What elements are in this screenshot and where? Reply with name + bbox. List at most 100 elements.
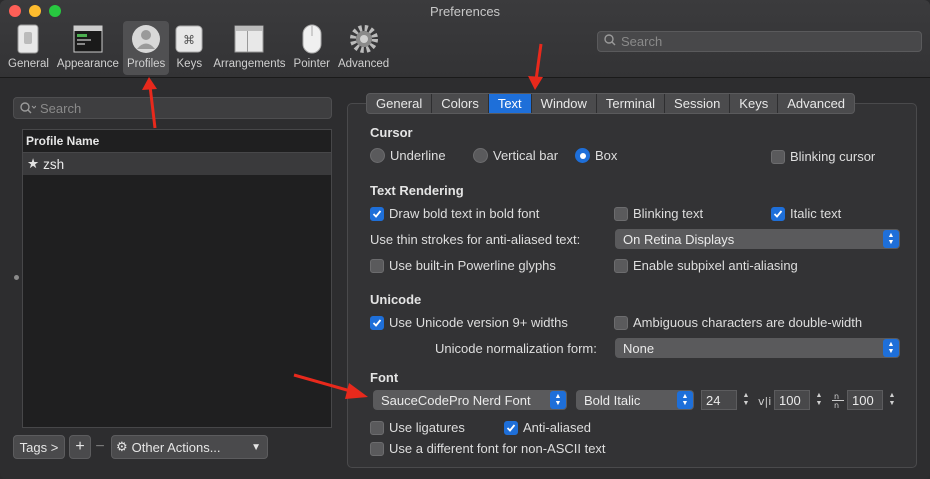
- tab-advanced[interactable]: Advanced: [778, 94, 854, 113]
- tags-button[interactable]: Tags >: [13, 435, 65, 459]
- profile-search-input[interactable]: Search: [13, 97, 332, 119]
- profile-actions-bar: Tags > + − ⚙ Other Actions... ▼: [13, 435, 268, 459]
- profile-search-placeholder: Search: [40, 100, 82, 116]
- radio-indicator: [575, 148, 590, 163]
- search-icon: [604, 34, 616, 49]
- text-rendering-section-title: Text Rendering: [370, 183, 464, 198]
- chevron-up-down-icon: ▲ ▼: [883, 230, 899, 248]
- search-icon: [20, 102, 36, 114]
- toolbar-arrangements-label: Arrangements: [213, 58, 286, 70]
- thin-strokes-select[interactable]: On Retina Displays ▲ ▼: [615, 229, 900, 249]
- powerline-glyphs-checkbox[interactable]: Use built-in Powerline glyphs: [370, 258, 556, 273]
- profile-row[interactable]: ★ zsh: [23, 153, 331, 175]
- annotation-arrow-up-profiles: [142, 77, 157, 129]
- tab-window[interactable]: Window: [532, 94, 597, 113]
- ligatures-checkbox[interactable]: Use ligatures: [370, 420, 465, 435]
- unicode-normalization-select[interactable]: None ▲ ▼: [615, 338, 900, 358]
- checkbox-indicator: [614, 315, 628, 330]
- radio-label: Vertical bar: [493, 148, 559, 163]
- svg-text:v|i: v|i: [758, 395, 771, 408]
- chevron-down-icon: ▼: [251, 441, 261, 453]
- horizontal-spacing-field[interactable]: 100: [774, 390, 810, 410]
- checkbox-label: Use Unicode version 9+ widths: [389, 315, 568, 330]
- select-value: Bold Italic: [584, 392, 641, 408]
- vertical-spacing-stepper[interactable]: ▲ ▼: [886, 390, 898, 410]
- toolbar-items: General Appearance Profiles ⌘ Keys Arran…: [4, 21, 393, 75]
- toolbar-appearance[interactable]: Appearance: [53, 21, 123, 75]
- checkmark-icon: [370, 206, 384, 221]
- checkbox-label: Ambiguous characters are double-width: [633, 315, 863, 330]
- unicode-v9-checkbox[interactable]: Use Unicode version 9+ widths: [370, 315, 568, 330]
- command-key-icon: ⌘: [173, 23, 205, 55]
- checkbox-indicator: [370, 258, 384, 273]
- vertical-spacing-field[interactable]: 100: [847, 390, 883, 410]
- tab-general[interactable]: General: [367, 94, 433, 113]
- profile-name-column-header[interactable]: Profile Name: [23, 130, 331, 153]
- checkbox-label: Draw bold text in bold font: [389, 206, 540, 221]
- tab-terminal[interactable]: Terminal: [597, 94, 666, 113]
- tab-colors[interactable]: Colors: [432, 94, 489, 113]
- toolbar-general[interactable]: General: [4, 21, 53, 75]
- mouse-icon: [296, 23, 328, 55]
- checkbox-indicator: [370, 441, 384, 456]
- subpixel-antialiasing-checkbox[interactable]: Enable subpixel anti-aliasing: [614, 258, 798, 273]
- gear-icon: ⚙: [116, 439, 128, 454]
- checkbox-indicator: [370, 420, 384, 435]
- tab-keys[interactable]: Keys: [730, 94, 779, 113]
- non-ascii-font-checkbox[interactable]: Use a different font for non-ASCII text: [370, 441, 606, 456]
- toolbar-profiles[interactable]: Profiles: [122, 21, 170, 75]
- blinking-cursor-checkbox[interactable]: Blinking cursor: [771, 149, 875, 164]
- other-actions-button[interactable]: ⚙ Other Actions... ▼: [111, 435, 268, 459]
- font-size-stepper[interactable]: ▲ ▼: [740, 390, 752, 410]
- font-size-field[interactable]: 24: [701, 390, 737, 410]
- select-value: SauceCodePro Nerd Font: [381, 392, 531, 408]
- anti-aliased-checkbox[interactable]: Anti-aliased: [504, 420, 591, 435]
- cursor-vertical-bar-radio[interactable]: Vertical bar: [473, 148, 558, 163]
- chevron-up-down-icon: ▲ ▼: [883, 339, 899, 357]
- checkbox-label: Use a different font for non-ASCII text: [389, 441, 606, 456]
- checkbox-label: Use ligatures: [389, 420, 465, 435]
- split-view-handle[interactable]: [14, 275, 19, 280]
- checkmark-icon: [370, 315, 384, 330]
- font-style-select[interactable]: Bold Italic ▲ ▼: [576, 390, 694, 410]
- toolbar-search-placeholder: Search: [621, 34, 663, 49]
- tab-session[interactable]: Session: [665, 94, 731, 113]
- ambiguous-width-checkbox[interactable]: Ambiguous characters are double-width: [614, 315, 862, 330]
- vertical-spacing-icon: nn: [831, 391, 845, 412]
- add-profile-button[interactable]: +: [69, 435, 91, 459]
- toolbar-appearance-label: Appearance: [56, 58, 119, 70]
- profile-tabs: General Colors Text Window Terminal Sess…: [366, 93, 856, 114]
- cursor-underline-radio[interactable]: Underline: [370, 148, 446, 163]
- horizontal-spacing-icon: v|i: [758, 393, 774, 412]
- checkbox-indicator: [614, 258, 628, 273]
- checkbox-label: Anti-aliased: [523, 420, 591, 435]
- toolbar-general-label: General: [8, 58, 49, 70]
- windows-stack-icon: [233, 23, 265, 55]
- cursor-box-radio[interactable]: Box: [575, 148, 617, 163]
- toolbar-keys[interactable]: ⌘ Keys: [169, 21, 209, 75]
- unicode-normalization-label: Unicode normalization form:: [435, 341, 597, 356]
- person-icon: [130, 23, 162, 55]
- font-section-title: Font: [370, 370, 399, 385]
- font-family-select[interactable]: SauceCodePro Nerd Font ▲ ▼: [373, 390, 567, 410]
- toolbar-arrangements[interactable]: Arrangements: [209, 21, 289, 75]
- checkbox-label: Italic text: [790, 206, 842, 221]
- chevron-up-down-icon: ▲ ▼: [677, 391, 693, 409]
- bold-font-checkbox[interactable]: Draw bold text in bold font: [370, 206, 539, 221]
- checkmark-icon: [771, 206, 785, 221]
- toolbar-search-input[interactable]: Search: [597, 31, 922, 52]
- select-value: None: [623, 340, 655, 356]
- other-actions-label: Other Actions...: [131, 439, 221, 455]
- blinking-text-checkbox[interactable]: Blinking text: [614, 206, 703, 221]
- tab-text[interactable]: Text: [488, 94, 532, 113]
- horizontal-spacing-stepper[interactable]: ▲ ▼: [813, 390, 825, 410]
- toolbar-advanced[interactable]: Advanced: [334, 21, 393, 75]
- window-title: Preferences: [429, 4, 501, 19]
- profile-list: Profile Name ★ zsh: [22, 129, 332, 428]
- radio-label: Box: [595, 148, 618, 163]
- checkbox-indicator: [614, 206, 628, 221]
- annotation-arrow-down-text-tab: [528, 43, 543, 90]
- italic-text-checkbox[interactable]: Italic text: [771, 206, 841, 221]
- toolbar-pointer[interactable]: Pointer: [290, 21, 334, 75]
- remove-profile-button[interactable]: −: [91, 435, 109, 459]
